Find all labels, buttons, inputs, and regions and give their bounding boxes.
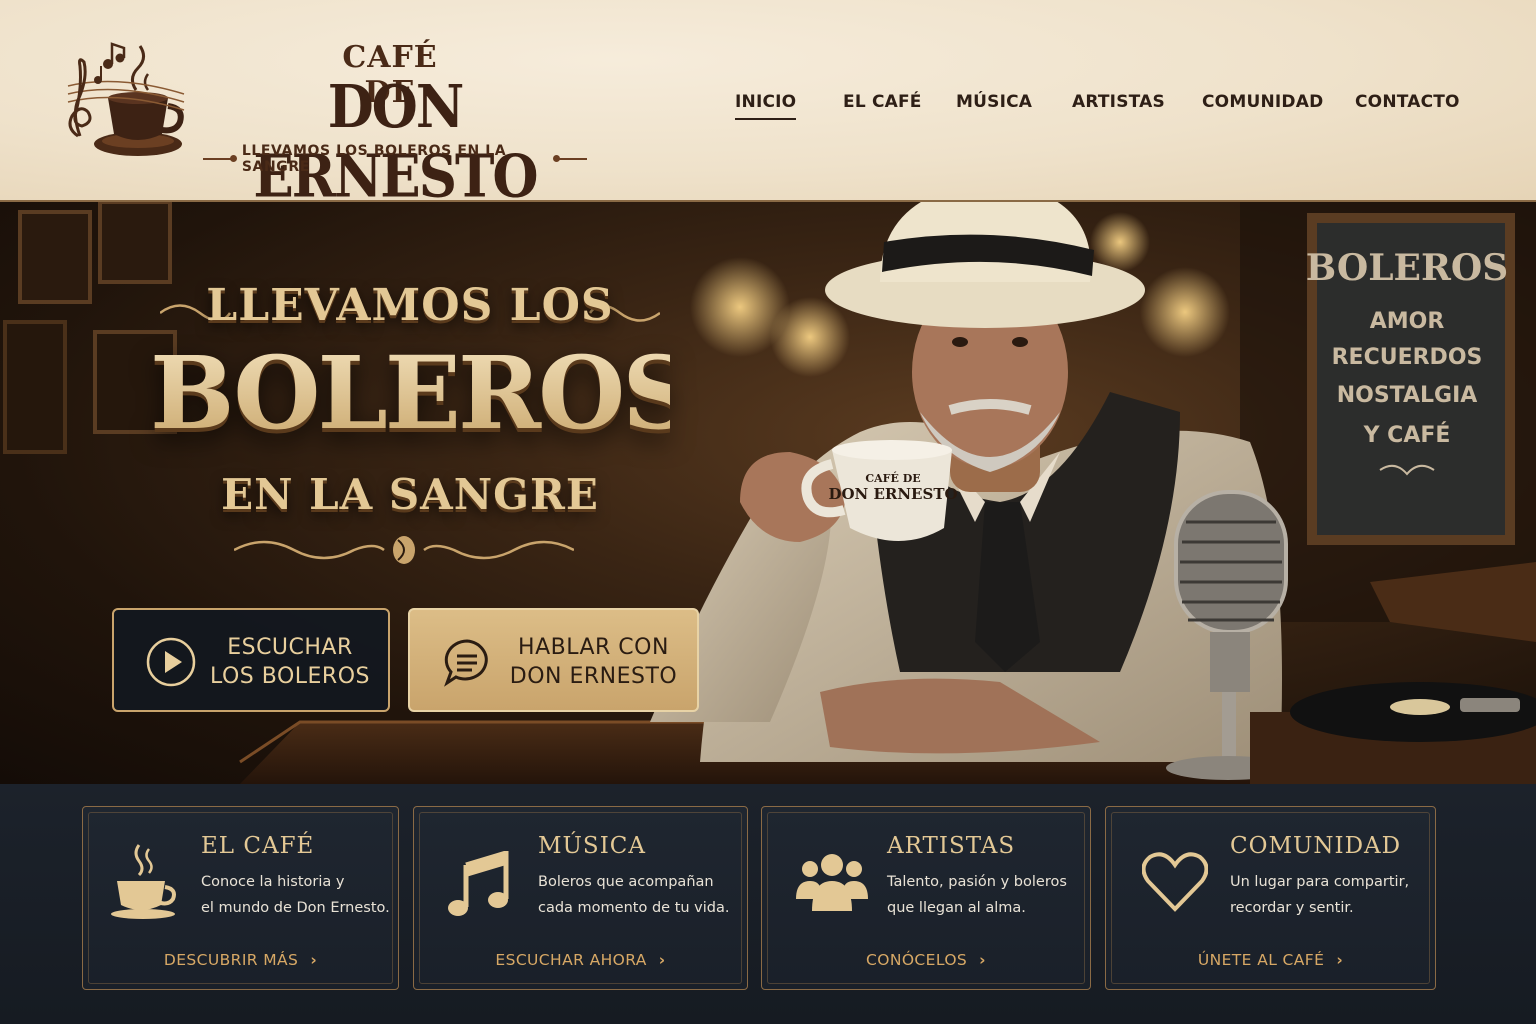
card-artistas[interactable]: ARTISTAS Talento, pasión y boleros que l… — [761, 806, 1091, 990]
chevron-right-icon: › — [979, 951, 986, 969]
card-link-label: ÚNETE AL CAFÉ — [1197, 951, 1325, 969]
play-icon — [146, 637, 196, 687]
sign-line-2: AMOR — [1370, 309, 1445, 334]
listen-boleros-button[interactable]: ESCUCHAR LOS BOLEROS — [112, 608, 390, 712]
feature-cards-section: EL CAFÉ Conoce la historia y el mundo de… — [0, 784, 1536, 1024]
nav-item-inicio[interactable]: INICIO — [735, 92, 797, 120]
people-icon — [796, 854, 868, 911]
card-title: COMUNIDAD — [1230, 833, 1402, 859]
hero-heading-line-2: BOLEROS — [150, 334, 694, 452]
card-description: Talento, pasión y boleros que llegan al … — [887, 869, 1067, 921]
main-nav: INICIO EL CAFÉ MÚSICA ARTISTAS COMUNIDAD… — [0, 92, 1536, 122]
chat-icon — [444, 639, 488, 687]
cup-text-main: DON ERNESTO — [828, 485, 957, 503]
sign-line-1: BOLEROS — [1306, 247, 1508, 289]
card-desc-line-1: Conoce la historia y — [201, 874, 345, 890]
card-desc-line-2: el mundo de Don Ernesto. — [201, 900, 390, 916]
chevron-right-icon: › — [658, 951, 666, 969]
card-desc-line-2: cada momento de tu vida. — [538, 900, 730, 916]
card-comunidad[interactable]: COMUNIDAD Un lugar para compartir, recor… — [1105, 806, 1436, 990]
talk-button-label: HABLAR CON DON ERNESTO — [502, 633, 685, 691]
tagline-ornament-left — [203, 155, 237, 162]
nav-item-comunidad[interactable]: COMUNIDAD — [1202, 92, 1323, 112]
card-desc-line-1: Talento, pasión y boleros — [887, 874, 1067, 890]
talk-label-line-1: HABLAR CON — [518, 635, 669, 660]
site-header: CAFÉ DE DON ERNESTO LLEVAMOS LOS BOLEROS… — [0, 0, 1536, 211]
card-musica[interactable]: MÚSICA Boleros que acompañan cada moment… — [413, 806, 748, 990]
card-el-cafe[interactable]: EL CAFÉ Conoce la historia y el mundo de… — [82, 806, 399, 990]
cup-text-top: CAFÉ DE — [865, 471, 920, 485]
card-link-label: CONÓCELOS — [866, 951, 968, 969]
sign-line-5: Y CAFÉ — [1363, 422, 1451, 448]
card-link-unete[interactable]: ÚNETE AL CAFÉ › — [1106, 951, 1435, 969]
card-desc-line-2: recordar y sentir. — [1230, 900, 1354, 916]
nav-item-contacto[interactable]: CONTACTO — [1355, 92, 1460, 112]
hero-section: BOLEROS AMOR RECUERDOS NOSTALGIA Y CAFÉ — [0, 202, 1536, 784]
nav-item-artistas[interactable]: ARTISTAS — [1072, 92, 1165, 112]
chevron-right-icon: › — [1336, 951, 1344, 969]
card-link-conocelos[interactable]: CONÓCELOS › — [762, 951, 1090, 969]
card-desc-line-1: Boleros que acompañan — [538, 874, 714, 890]
card-link-label: ESCUCHAR AHORA — [495, 951, 647, 969]
flourish-bottom-icon — [234, 536, 574, 564]
sign-line-3: RECUERDOS — [1332, 345, 1483, 370]
nav-item-musica[interactable]: MÚSICA — [956, 92, 1032, 112]
tagline-text: LLEVAMOS LOS BOLEROS EN LA SANGRE — [241, 143, 507, 175]
card-desc-line-1: Un lugar para compartir, — [1230, 874, 1410, 890]
card-description: Boleros que acompañan cada momento de tu… — [538, 869, 729, 921]
card-description: Un lugar para compartir, recordar y sent… — [1230, 869, 1409, 921]
tagline-ornament-right — [553, 155, 588, 162]
card-link-escuchar[interactable]: ESCUCHAR AHORA › — [414, 951, 747, 969]
music-note-icon — [448, 851, 509, 916]
listen-label-line-2: LOS BOLEROS — [210, 664, 370, 689]
card-title: EL CAFÉ — [201, 833, 315, 859]
brand-tagline: LLEVAMOS LOS BOLEROS EN LA SANGRE — [203, 143, 588, 175]
chevron-right-icon: › — [310, 951, 318, 969]
coffee-cup-icon — [111, 844, 176, 919]
talk-don-ernesto-button[interactable]: HABLAR CON DON ERNESTO — [408, 608, 699, 712]
card-title: ARTISTAS — [887, 833, 1016, 859]
hero-heading-line-1: LLEVAMOS LOS — [206, 280, 614, 331]
card-title: MÚSICA — [538, 833, 646, 859]
card-link-label: DESCUBRIR MÁS — [163, 951, 299, 969]
nav-item-el-cafe[interactable]: EL CAFÉ — [843, 92, 922, 112]
card-link-descubrir[interactable]: DESCUBRIR MÁS › — [83, 951, 398, 969]
talk-label-line-2: DON ERNESTO — [509, 664, 678, 689]
heart-icon — [1142, 852, 1208, 912]
listen-button-label: ESCUCHAR LOS BOLEROS — [204, 633, 376, 691]
listen-label-line-1: ESCUCHAR — [227, 635, 353, 660]
hero-heading-line-3: EN LA SANGRE — [221, 470, 599, 519]
card-description: Conoce la historia y el mundo de Don Ern… — [201, 869, 390, 921]
sign-line-4: NOSTALGIA — [1337, 383, 1478, 408]
card-desc-line-2: que llegan al alma. — [887, 900, 1026, 916]
